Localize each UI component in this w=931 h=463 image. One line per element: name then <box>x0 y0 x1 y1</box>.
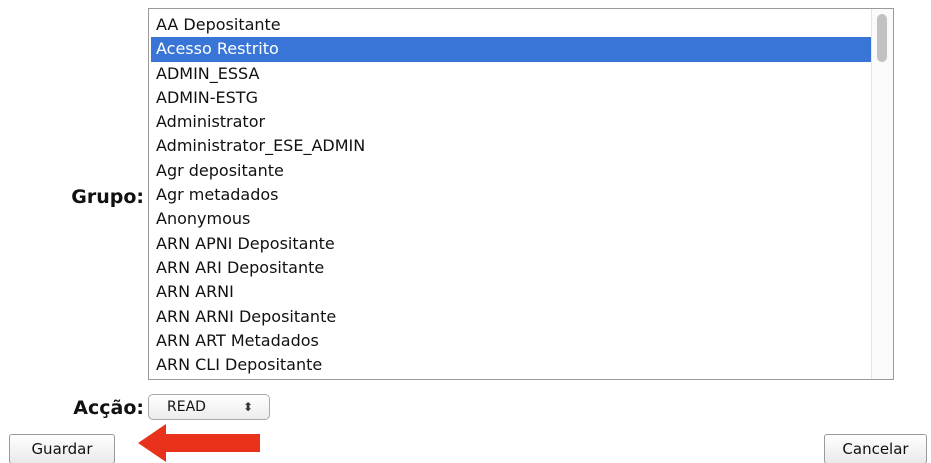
list-item[interactable]: Administrator <box>151 110 871 134</box>
list-item[interactable]: Agr depositante <box>151 159 871 183</box>
listbox-scrollbar[interactable] <box>871 9 893 379</box>
group-label: Grupo: <box>71 186 144 208</box>
action-label: Acção: <box>73 397 144 419</box>
list-item[interactable]: AA Depositante <box>151 13 871 37</box>
list-item[interactable]: ARN ART Metadados <box>151 329 871 353</box>
list-item[interactable]: ARN ARNI Depositante <box>151 305 871 329</box>
action-select[interactable]: READ ⬍ <box>148 394 270 420</box>
list-item[interactable]: Agr metadados <box>151 183 871 207</box>
select-arrows-icon: ⬍ <box>242 400 253 414</box>
list-item[interactable]: ARN CLI Depositante <box>151 353 871 377</box>
action-select-value: READ <box>167 399 206 415</box>
group-list: AA Depositante Acesso Restrito ADMIN_ESSA A… <box>151 13 871 377</box>
list-item[interactable]: Administrator_ESE_ADMIN <box>151 134 871 158</box>
list-item[interactable]: ARN APNI Depositante <box>151 232 871 256</box>
list-item[interactable]: ADMIN-ESTG <box>151 86 871 110</box>
list-item[interactable]: ADMIN_ESSA <box>151 62 871 86</box>
list-item[interactable]: Acesso Restrito <box>151 37 871 62</box>
cancel-button[interactable]: Cancelar <box>824 434 927 463</box>
edit-policy-form: Grupo: AA Depositante Acesso Restrito ADMI… <box>0 0 931 463</box>
list-item[interactable]: Anonymous <box>151 207 871 231</box>
group-listbox[interactable]: AA Depositante Acesso Restrito ADMIN_ESSA A… <box>148 8 894 380</box>
list-item[interactable]: ARN ARI Depositante <box>151 256 871 280</box>
save-button[interactable]: Guardar <box>9 434 115 463</box>
red-arrow-icon <box>138 424 260 462</box>
scrollbar-thumb[interactable] <box>877 14 887 62</box>
list-item[interactable]: ARN ARNI <box>151 280 871 304</box>
